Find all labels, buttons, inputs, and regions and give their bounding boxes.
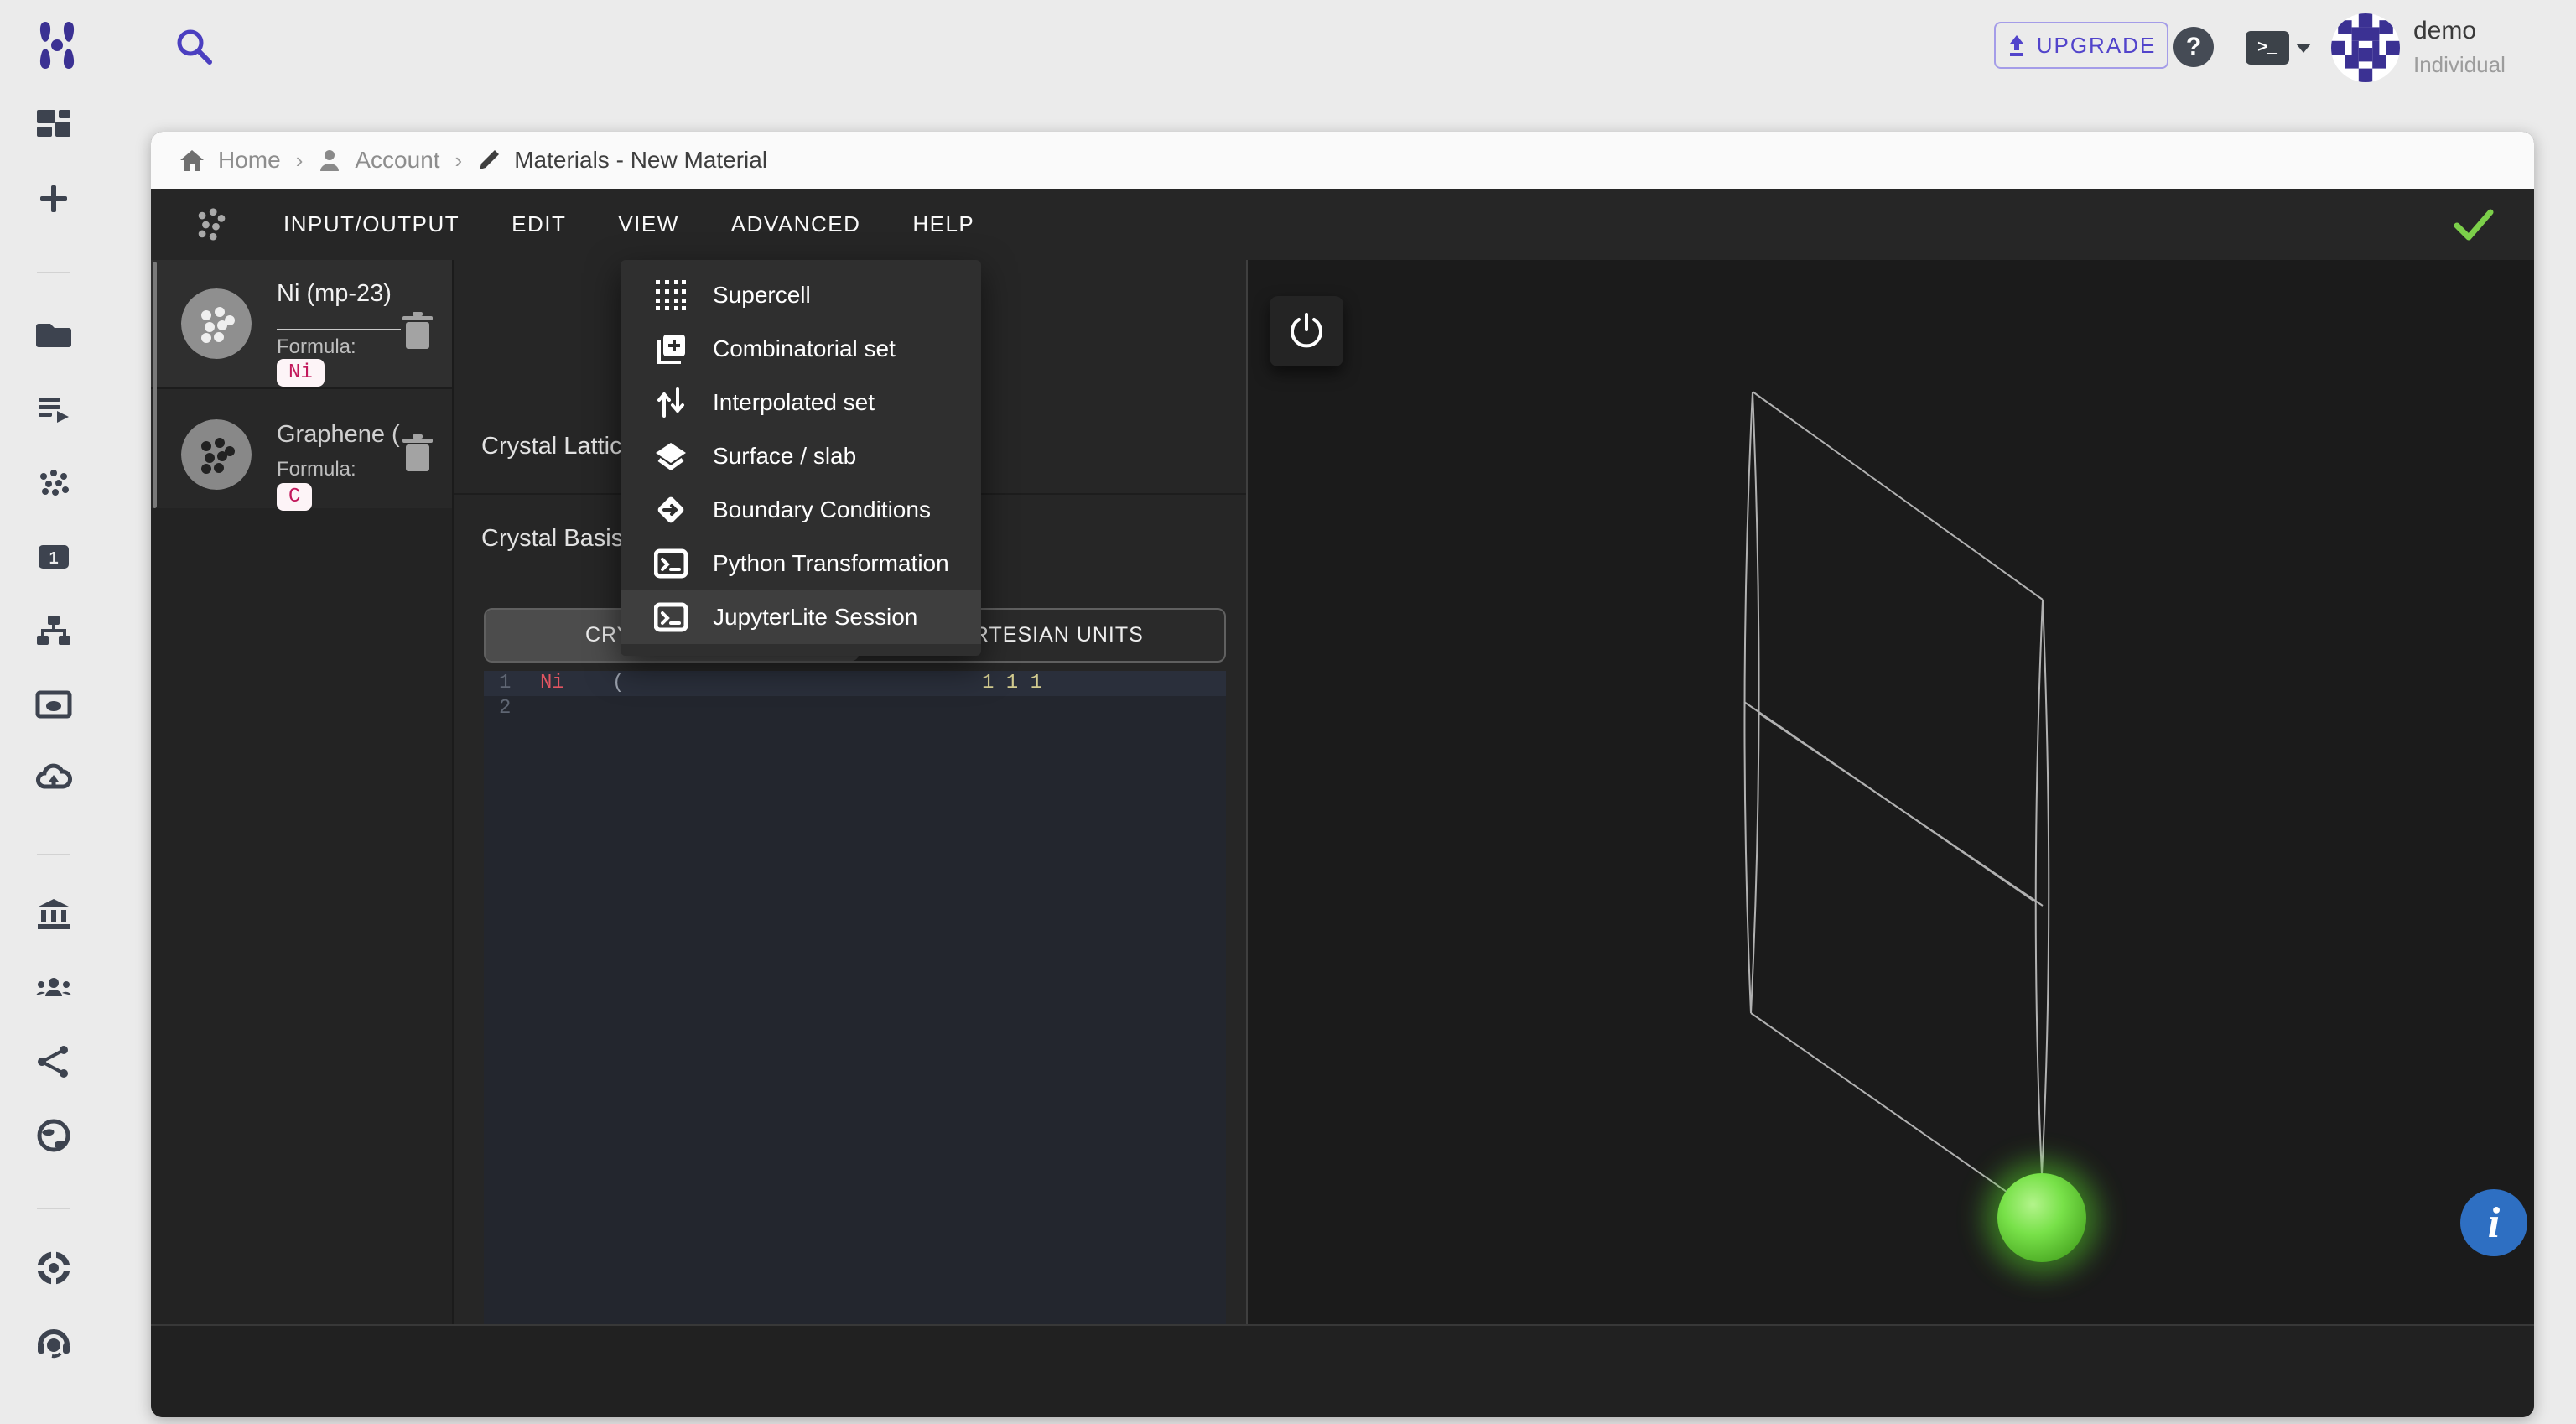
formula-label: Formula: bbox=[277, 458, 356, 481]
sidebar-divider bbox=[37, 854, 70, 855]
terminal-icon bbox=[654, 602, 688, 632]
mat3ra-logo[interactable] bbox=[35, 20, 79, 70]
search-icon[interactable] bbox=[173, 25, 216, 69]
upgrade-button[interactable]: UPGRADE bbox=[1994, 22, 2168, 69]
folder-icon[interactable] bbox=[35, 317, 72, 354]
power-toggle-button[interactable] bbox=[1270, 296, 1343, 366]
headset-support-icon[interactable] bbox=[35, 1323, 72, 1360]
name-input-underline bbox=[277, 329, 401, 330]
menu-item-surface-slab[interactable]: Surface / slab bbox=[621, 429, 981, 483]
breadcrumb: Home › Account › Materials - New Materia… bbox=[151, 132, 2534, 189]
menu-view[interactable]: VIEW bbox=[618, 211, 678, 237]
breadcrumb-account[interactable]: Account bbox=[318, 147, 440, 174]
support-wheel-icon[interactable] bbox=[35, 1250, 72, 1286]
console-menu-button[interactable]: >_ bbox=[2246, 30, 2318, 65]
delete-trash-icon[interactable] bbox=[399, 312, 436, 351]
card-footer bbox=[151, 1324, 2534, 1417]
formula-chip: C bbox=[277, 483, 313, 511]
materials-dots-icon[interactable] bbox=[35, 465, 72, 502]
breadcrumb-separator: › bbox=[295, 147, 304, 173]
svg-text:1: 1 bbox=[49, 549, 58, 568]
user-menu[interactable]: demo Individual bbox=[2413, 17, 2506, 78]
materials-list: Ni (mp-23) Formula: Ni Graphene (… Formu… bbox=[151, 260, 452, 1324]
supercell-grid-icon bbox=[656, 280, 686, 310]
library-add-icon bbox=[657, 335, 685, 364]
layers-icon bbox=[656, 443, 686, 471]
share-icon[interactable] bbox=[35, 1043, 72, 1080]
breadcrumb-current: Materials - New Material bbox=[477, 147, 767, 174]
designer-menubar: INPUT/OUTPUT EDIT VIEW ADVANCED HELP bbox=[151, 189, 2534, 260]
advanced-menu-dropdown: Supercell Combinatorial set Interpolated… bbox=[621, 260, 981, 656]
unit-cell-wireframe bbox=[1743, 391, 2099, 1275]
home-icon bbox=[180, 150, 204, 171]
formula-chip: Ni bbox=[277, 359, 325, 387]
upload-icon bbox=[2009, 35, 2023, 56]
menu-item-python-transformation[interactable]: Python Transformation bbox=[621, 537, 981, 590]
top-bar: UPGRADE ? >_ demo Individual bbox=[0, 0, 2576, 92]
menu-item-jupyterlite-session[interactable]: JupyterLite Session bbox=[621, 590, 981, 644]
dashboard-icon[interactable] bbox=[35, 107, 72, 143]
console-icon: >_ bbox=[2246, 31, 2289, 65]
cloud-upload-icon[interactable] bbox=[35, 760, 72, 797]
user-plan: Individual bbox=[2413, 52, 2506, 77]
crystal-basis-title: Crystal Basis bbox=[481, 525, 624, 552]
person-icon bbox=[320, 150, 340, 171]
upgrade-label: UPGRADE bbox=[2036, 32, 2157, 58]
bank-card-one-icon[interactable]: 1 bbox=[35, 538, 72, 575]
menu-item-combinatorial-set[interactable]: Combinatorial set bbox=[621, 322, 981, 376]
menu-item-interpolated-set[interactable]: Interpolated set bbox=[621, 376, 981, 429]
editor-line: 2 bbox=[484, 696, 1226, 721]
terminal-icon bbox=[654, 548, 688, 579]
menu-advanced[interactable]: ADVANCED bbox=[731, 211, 861, 237]
power-icon bbox=[1291, 313, 1322, 348]
delete-trash-icon[interactable] bbox=[399, 434, 436, 473]
molecule-dots-icon[interactable] bbox=[191, 205, 231, 245]
menu-item-boundary-conditions[interactable]: Boundary Conditions bbox=[621, 483, 981, 537]
menu-help[interactable]: HELP bbox=[912, 211, 974, 237]
globe-icon[interactable] bbox=[35, 1117, 72, 1154]
info-icon: i bbox=[2487, 1198, 2501, 1247]
chevron-down-icon bbox=[2296, 43, 2311, 53]
crystal-lattice-title: Crystal Lattice bbox=[481, 433, 636, 460]
info-button[interactable]: i bbox=[2460, 1189, 2527, 1256]
group-icon[interactable] bbox=[35, 969, 72, 1006]
menu-input-output[interactable]: INPUT/OUTPUT bbox=[283, 211, 460, 237]
material-avatar-icon bbox=[181, 419, 252, 490]
sidebar-divider bbox=[37, 272, 70, 273]
pencil-icon bbox=[480, 150, 500, 169]
bank-institution-icon[interactable] bbox=[35, 896, 72, 933]
ni-atom bbox=[1997, 1173, 2086, 1262]
help-icon[interactable]: ? bbox=[2174, 27, 2214, 67]
basis-code-editor[interactable]: 1 Ni ( 1 1 1 2 bbox=[484, 671, 1226, 1410]
line-number: 2 bbox=[499, 697, 512, 720]
avatar[interactable] bbox=[2331, 13, 2400, 82]
breadcrumb-home[interactable]: Home bbox=[179, 147, 281, 174]
material-item-graphene[interactable]: Graphene (… Formula: C bbox=[151, 387, 452, 511]
editor-line: 1 Ni ( 1 1 1 bbox=[484, 671, 1226, 696]
directions-icon bbox=[657, 496, 684, 523]
material-avatar-icon bbox=[181, 288, 252, 359]
breadcrumb-separator: › bbox=[454, 147, 463, 173]
main-card: Home › Account › Materials - New Materia… bbox=[151, 132, 2534, 1417]
sidebar-divider bbox=[37, 1208, 70, 1209]
formula-label: Formula: bbox=[277, 335, 356, 358]
menu-item-supercell[interactable]: Supercell bbox=[621, 268, 981, 322]
import-export-icon bbox=[657, 387, 684, 418]
media-icon[interactable] bbox=[35, 686, 72, 723]
line-number: 1 bbox=[499, 672, 512, 694]
material-item-ni[interactable]: Ni (mp-23) Formula: Ni bbox=[151, 260, 452, 387]
menu-edit[interactable]: EDIT bbox=[512, 211, 566, 237]
add-icon[interactable] bbox=[35, 180, 72, 217]
user-name: demo bbox=[2413, 17, 2477, 44]
workflows-sitemap-icon[interactable] bbox=[35, 612, 72, 649]
jobs-playlist-icon[interactable] bbox=[35, 391, 72, 428]
check-icon[interactable] bbox=[2452, 207, 2496, 242]
material-name-input[interactable]: Ni (mp-23) bbox=[277, 280, 392, 308]
left-sidebar: 1 bbox=[0, 92, 107, 1424]
threejs-viewer-canvas[interactable]: i bbox=[1246, 260, 2534, 1324]
list-scrollbar[interactable] bbox=[153, 262, 157, 508]
